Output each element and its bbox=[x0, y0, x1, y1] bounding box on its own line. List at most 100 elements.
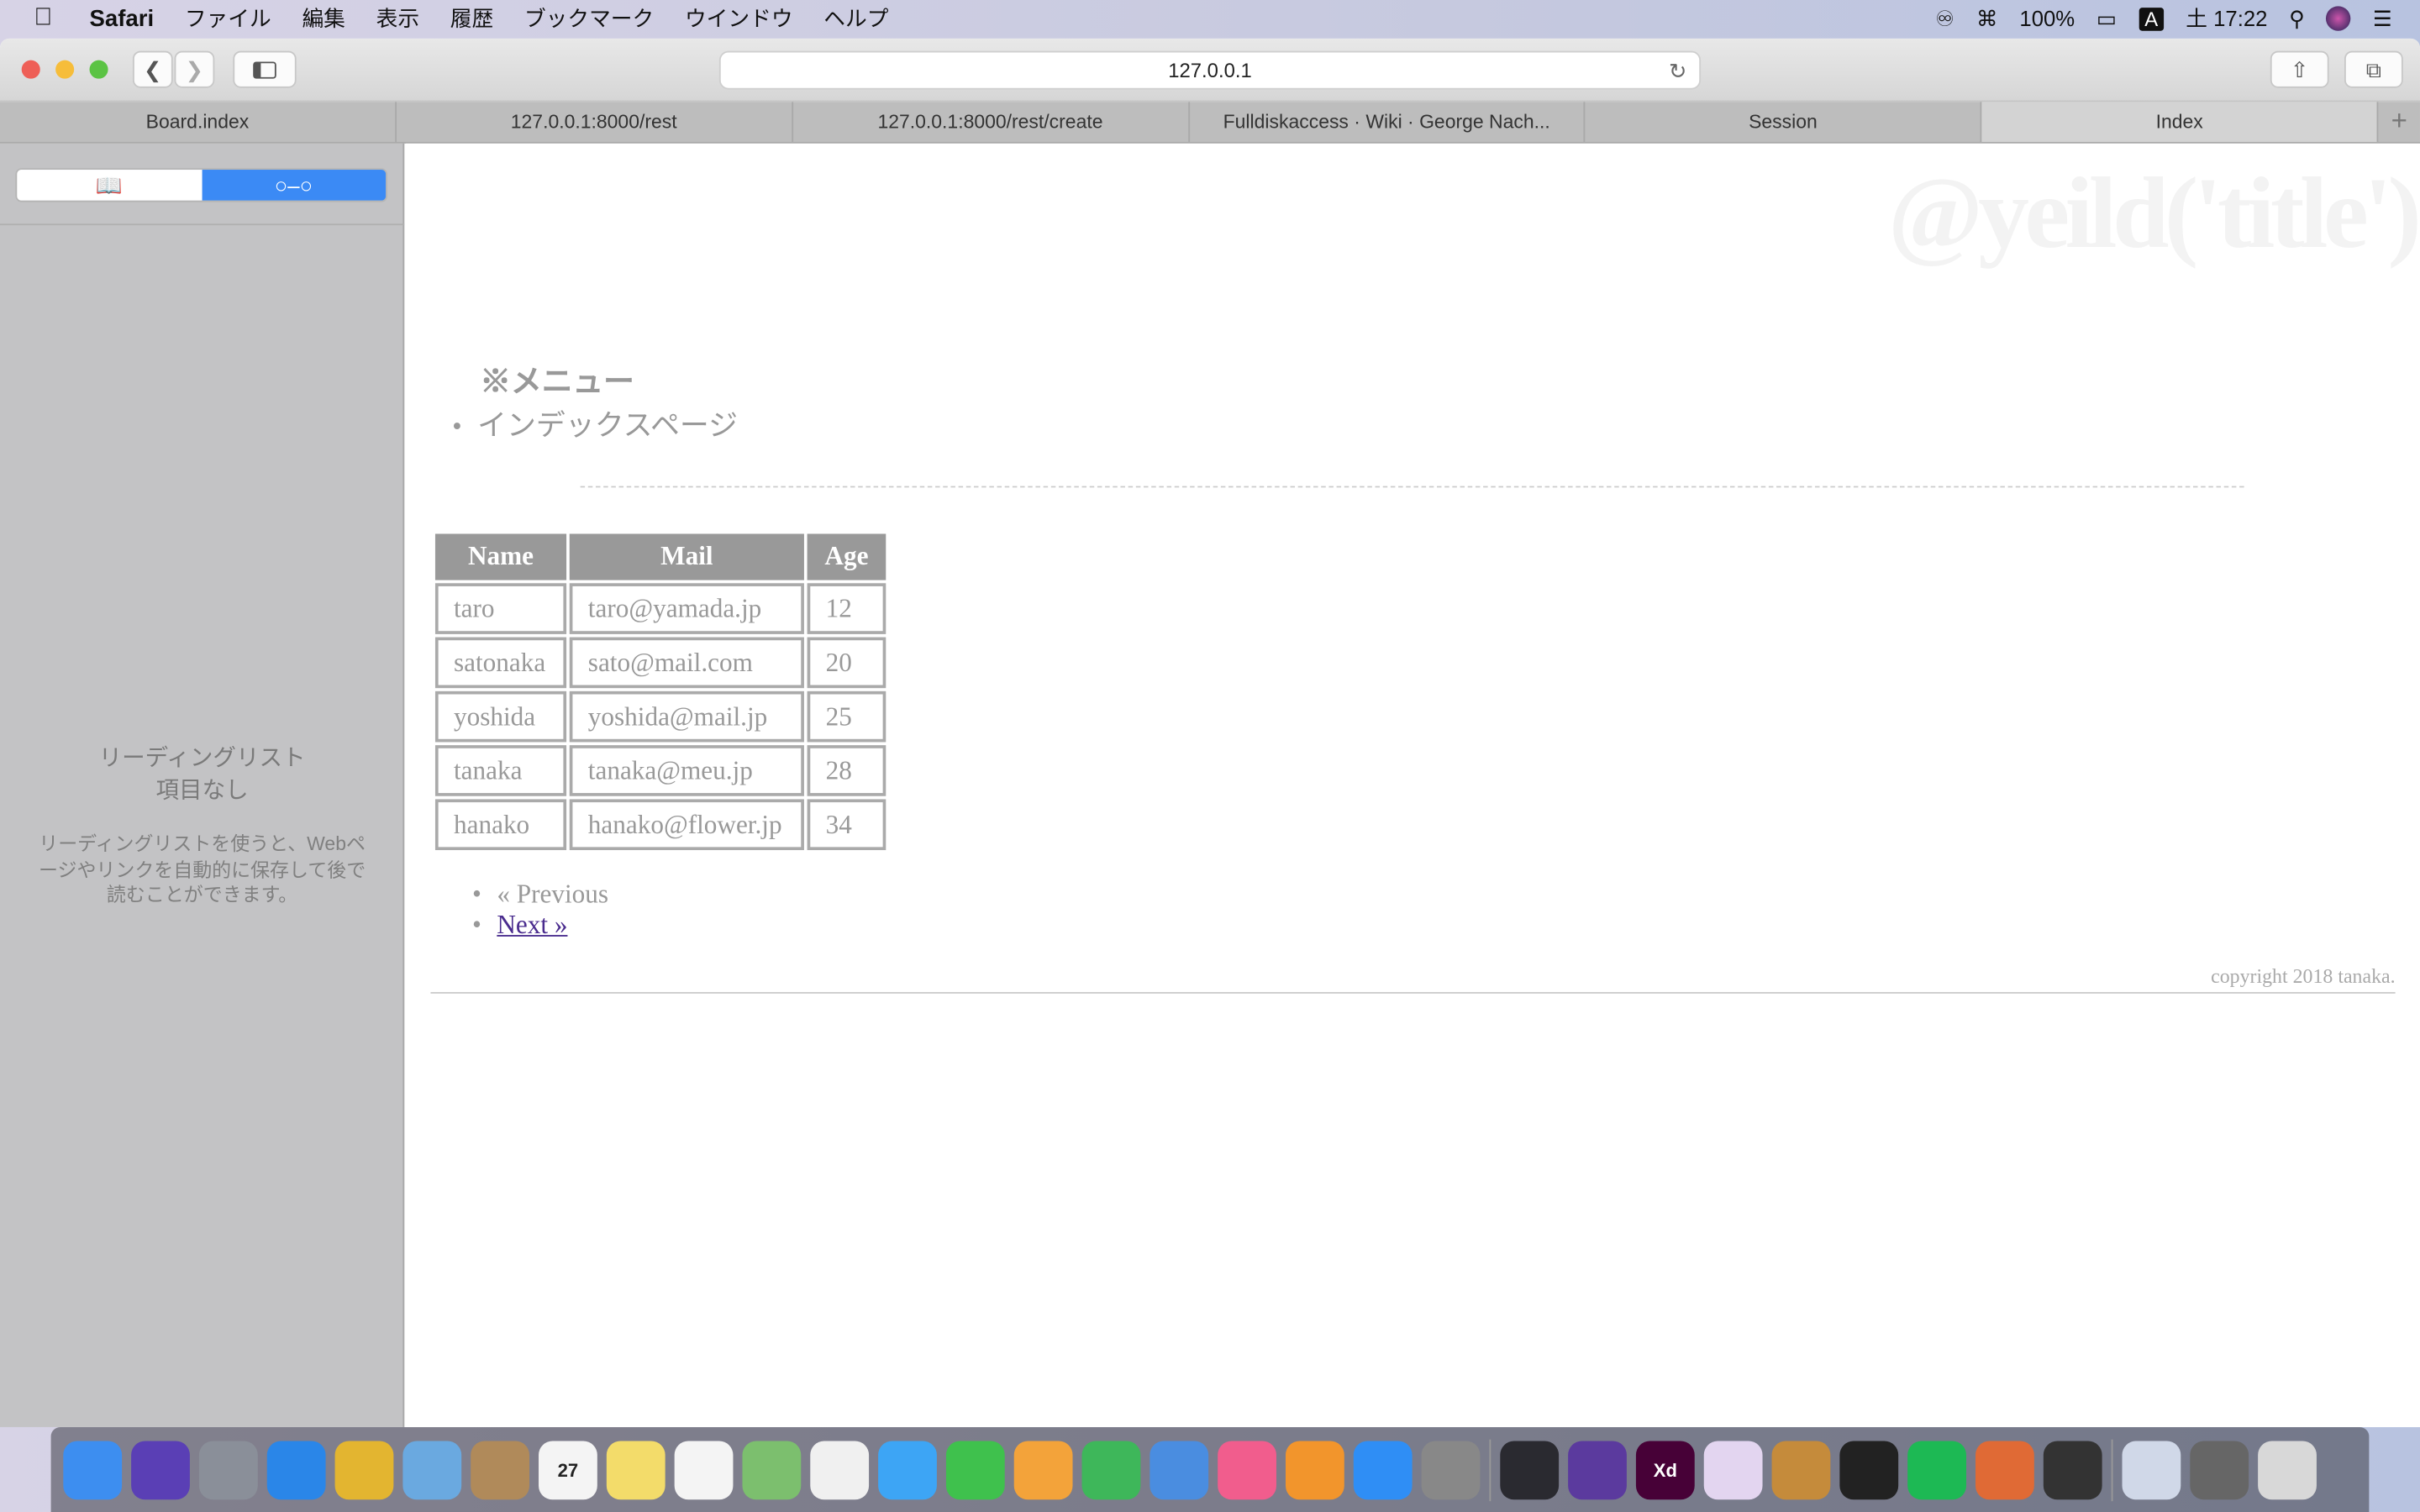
apple-menu-icon[interactable]:  bbox=[34, 5, 58, 33]
footer-divider bbox=[430, 992, 2396, 994]
table-header-row: Name Mail Age bbox=[434, 533, 886, 580]
notification-center-icon[interactable]: ☰ bbox=[2373, 5, 2392, 31]
creative-cloud-icon[interactable]: ♾ bbox=[1935, 5, 1954, 31]
close-window-button[interactable] bbox=[21, 60, 40, 79]
url-text: 127.0.0.1 bbox=[1168, 58, 1252, 82]
dock-preview-icon[interactable] bbox=[2122, 1440, 2181, 1499]
dock-facetime-icon[interactable] bbox=[945, 1440, 1005, 1499]
menu-history[interactable]: 履歴 bbox=[450, 3, 493, 34]
share-button[interactable]: ⇧ bbox=[2270, 50, 2329, 88]
menu-edit[interactable]: 編集 bbox=[302, 3, 345, 34]
dock-spotify-icon[interactable] bbox=[1907, 1440, 1966, 1499]
dock-system-preferences-icon[interactable] bbox=[1421, 1440, 1481, 1499]
dock-mail-icon[interactable] bbox=[402, 1440, 462, 1499]
cell-name: tanaka bbox=[434, 745, 567, 796]
sidebar-segmented-control: 📖 ○–○ bbox=[15, 168, 388, 202]
dock-graphql-icon[interactable] bbox=[1703, 1440, 1763, 1499]
dock-keynote-icon[interactable] bbox=[1150, 1440, 1209, 1499]
dock-maps-icon[interactable] bbox=[742, 1440, 802, 1499]
minimize-window-button[interactable] bbox=[55, 60, 75, 79]
dock-trash-icon[interactable] bbox=[2258, 1440, 2317, 1499]
battery-percent: 100% bbox=[2019, 6, 2075, 31]
dock-finder-icon[interactable] bbox=[63, 1440, 123, 1499]
address-bar[interactable]: 127.0.0.1 ↻ bbox=[718, 50, 1702, 90]
reading-list-subtitle: 項目なし bbox=[155, 777, 249, 804]
share-icon: ⇧ bbox=[2290, 56, 2309, 81]
pagination: « Previous Next » bbox=[472, 879, 608, 941]
reload-icon[interactable]: ↻ bbox=[1669, 52, 1687, 89]
menu-item-index-page[interactable]: インデックスページ bbox=[452, 402, 738, 444]
dock-itunes-icon[interactable] bbox=[1218, 1440, 1276, 1499]
dock-notes-icon[interactable] bbox=[606, 1440, 666, 1499]
sidebar-toggle-button[interactable] bbox=[233, 50, 297, 88]
previous-page: « Previous bbox=[472, 879, 608, 911]
dock-calendar-icon[interactable]: 27 bbox=[539, 1440, 597, 1499]
dock-app-store-icon[interactable] bbox=[1353, 1440, 1413, 1499]
tab-index[interactable]: Index bbox=[1981, 102, 2379, 142]
dock-adobe-xd-icon[interactable]: Xd bbox=[1635, 1440, 1695, 1499]
dock-server-icon[interactable] bbox=[2190, 1440, 2249, 1499]
new-tab-button[interactable]: + bbox=[2379, 102, 2420, 142]
tab-board-index[interactable]: Board.index bbox=[0, 102, 397, 142]
dock-launchpad-icon[interactable] bbox=[198, 1440, 258, 1499]
tab-rest-create[interactable]: 127.0.0.1:8000/rest/create bbox=[793, 102, 1190, 142]
header-mail: Mail bbox=[569, 533, 804, 580]
dock-keyboard-app-icon[interactable] bbox=[1975, 1440, 2034, 1499]
dashed-divider bbox=[580, 486, 2244, 488]
tab-rest[interactable]: 127.0.0.1:8000/rest bbox=[397, 102, 793, 142]
next-page-link[interactable]: Next » bbox=[497, 911, 567, 940]
cell-age: 28 bbox=[807, 745, 886, 796]
dock-pages-icon[interactable] bbox=[1013, 1440, 1073, 1499]
cell-name: satonaka bbox=[434, 637, 567, 689]
menu-file[interactable]: ファイル bbox=[185, 3, 271, 34]
dock-siri-icon[interactable] bbox=[131, 1440, 190, 1499]
dock-terminal-icon[interactable] bbox=[1839, 1440, 1899, 1499]
siri-icon[interactable] bbox=[2326, 6, 2352, 31]
menu-window[interactable]: ウインドウ bbox=[685, 3, 793, 34]
cell-name: hanako bbox=[434, 799, 567, 851]
battery-icon[interactable]: ▭ bbox=[2096, 5, 2117, 31]
menu-app-safari[interactable]: Safari bbox=[90, 5, 155, 31]
dock-messages-icon[interactable] bbox=[878, 1440, 937, 1499]
back-button[interactable]: ❮ bbox=[132, 50, 173, 88]
dock-visual-studio-icon[interactable] bbox=[1568, 1440, 1627, 1499]
cell-age: 12 bbox=[807, 583, 886, 634]
header-name: Name bbox=[434, 533, 567, 580]
dock-numbers-icon[interactable] bbox=[1081, 1440, 1141, 1499]
dock-photos-icon[interactable] bbox=[810, 1440, 870, 1499]
dock-books-icon[interactable] bbox=[1285, 1440, 1344, 1499]
tab-overview-button[interactable]: ⧉ bbox=[2344, 50, 2403, 88]
cell-mail: yoshida@mail.jp bbox=[569, 690, 804, 743]
forward-button[interactable]: ❯ bbox=[174, 50, 215, 88]
cell-mail: tanaka@meu.jp bbox=[569, 745, 804, 796]
tab-session[interactable]: Session bbox=[1586, 102, 1982, 142]
reading-list-segment[interactable]: ○–○ bbox=[201, 170, 387, 201]
reading-list-title: リーディングリスト bbox=[98, 745, 306, 772]
tab-bar: Board.index 127.0.0.1:8000/rest 127.0.0.… bbox=[0, 102, 2420, 144]
zoom-window-button[interactable] bbox=[89, 60, 108, 79]
table-row: satonaka sato@mail.com 20 bbox=[434, 637, 886, 689]
menu-bookmarks[interactable]: ブックマーク bbox=[524, 3, 654, 34]
header-age: Age bbox=[807, 533, 886, 580]
reading-list-description: リーディングリストを使うと、Webページやリンクを自動的に保存して後で読むことが… bbox=[39, 832, 366, 906]
input-method[interactable]: A bbox=[2138, 7, 2165, 30]
menu-heading: ※メニュー bbox=[480, 365, 634, 400]
menu-view[interactable]: 表示 bbox=[376, 3, 419, 34]
table-row: yoshida yoshida@mail.jp 25 bbox=[434, 690, 886, 743]
clock[interactable]: 土 17:22 bbox=[2186, 3, 2267, 34]
wifi-icon[interactable]: ⌘ bbox=[1976, 5, 1998, 31]
spotlight-search-icon[interactable]: ⚲ bbox=[2289, 5, 2305, 31]
tab-fulldiskaccess[interactable]: Fulldiskaccess · Wiki · George Nach... bbox=[1189, 102, 1586, 142]
menu-bar:  Safari ファイル 編集 表示 履歴 ブックマーク ウインドウ ヘルプ … bbox=[0, 0, 2420, 37]
dock-safari-icon[interactable] bbox=[266, 1440, 326, 1499]
dock-garageband-icon[interactable] bbox=[1771, 1440, 1831, 1499]
chevron-left-icon: ❮ bbox=[144, 56, 162, 81]
dock-chrome-icon[interactable] bbox=[334, 1440, 394, 1499]
cell-mail: taro@yamada.jp bbox=[569, 583, 804, 634]
dock-reminders-icon[interactable] bbox=[674, 1440, 734, 1499]
dock-vscode-icon[interactable] bbox=[1500, 1440, 1560, 1499]
dock-console-icon[interactable] bbox=[2043, 1440, 2102, 1499]
bookmarks-segment[interactable]: 📖 bbox=[17, 170, 202, 201]
dock-contacts-icon[interactable] bbox=[471, 1440, 529, 1499]
menu-help[interactable]: ヘルプ bbox=[823, 3, 888, 34]
